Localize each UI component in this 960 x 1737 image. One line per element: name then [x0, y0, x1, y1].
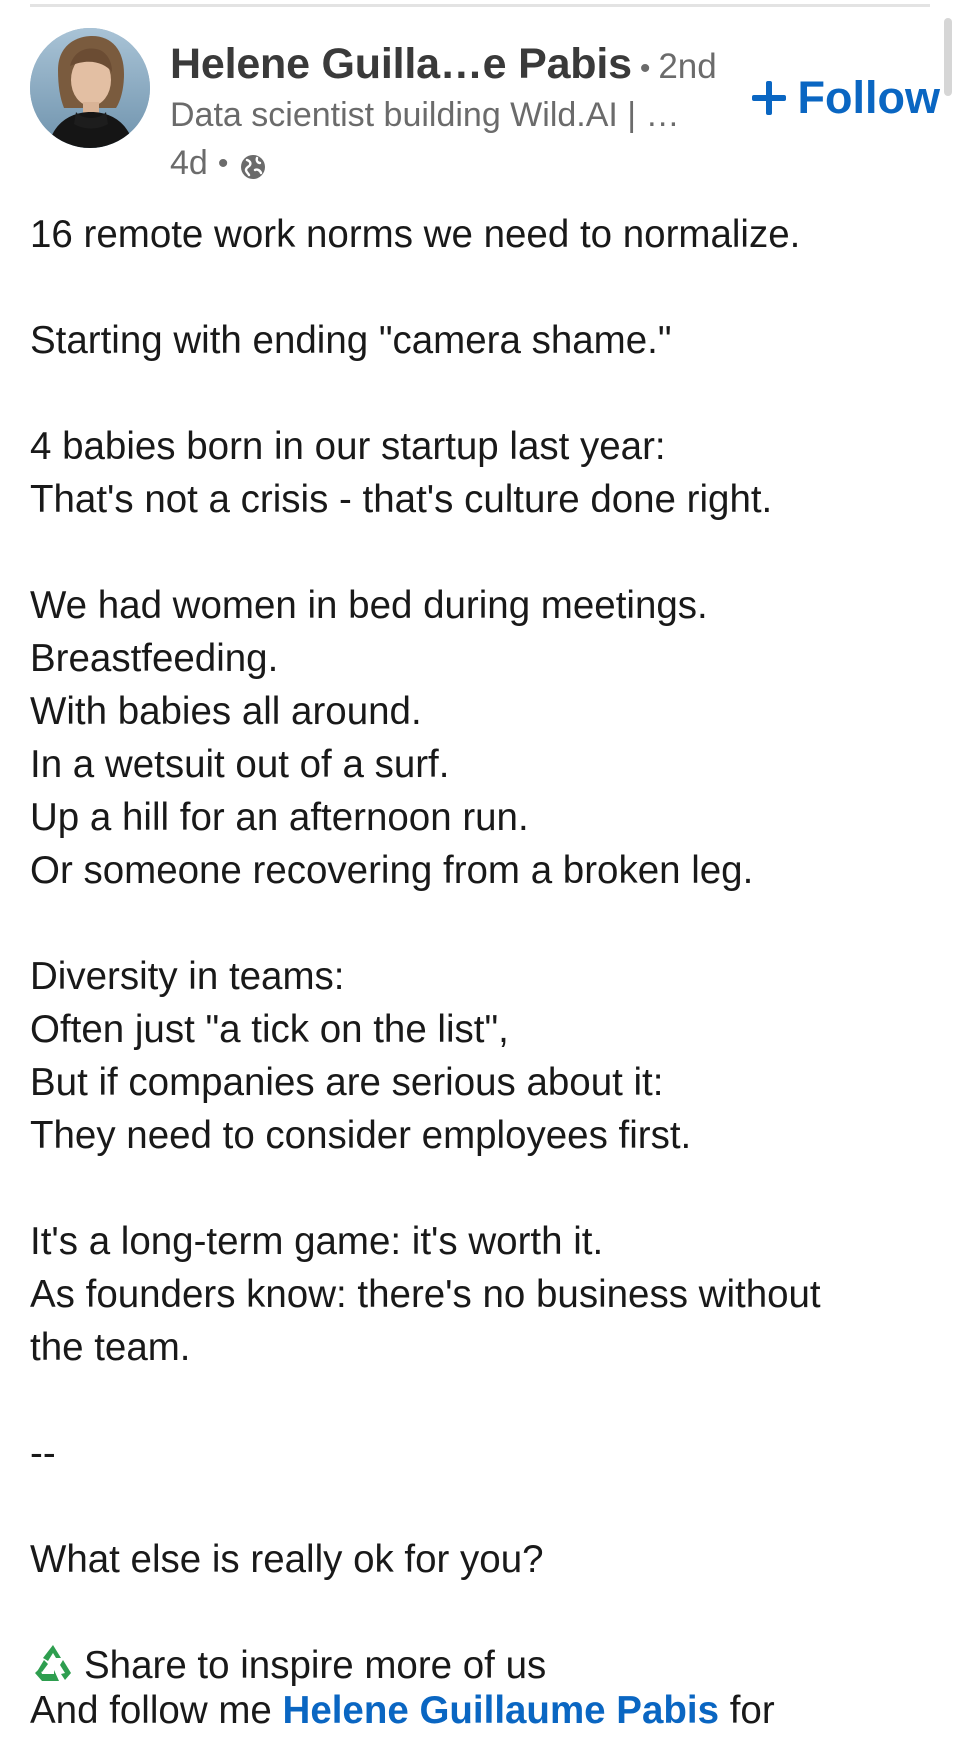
follow-button[interactable]: Follow	[751, 72, 940, 124]
scrollbar[interactable]	[944, 18, 952, 96]
post-line	[30, 261, 910, 314]
post-line: With babies all around.	[30, 690, 422, 733]
author-mention-link[interactable]: Helene Guillaume Pabis	[283, 1689, 720, 1732]
post-line: That's not a crisis - that's culture don…	[30, 478, 773, 521]
author-headline: Data scientist building Wild.AI | …	[170, 96, 680, 134]
post-line: Or someone recovering from a broken leg.	[30, 849, 754, 892]
post-time: 4d	[170, 144, 208, 182]
author-name-row: Helene Guilla…e Pabis • 2nd	[170, 40, 717, 89]
plus-icon	[751, 81, 786, 115]
follow-cta-line: And follow me Helene Guillaume Pabis for	[30, 1684, 775, 1737]
post-line: Starting with ending "camera shame."	[30, 319, 672, 362]
post-line: We had women in bed during meetings.	[30, 584, 708, 627]
connection-degree: 2nd	[658, 47, 717, 86]
post-meta: 4d •	[170, 144, 268, 183]
avatar[interactable]	[30, 28, 150, 148]
separator-dot: •	[639, 52, 651, 85]
follow-cta-prefix: And follow me	[30, 1689, 272, 1732]
post-line: the team.	[30, 1326, 191, 1369]
post-line: But if companies are serious about it:	[30, 1061, 664, 1104]
post-line: 16 remote work norms we need to normaliz…	[30, 213, 801, 256]
post-line	[30, 526, 910, 579]
post-line: Breastfeeding.	[30, 637, 279, 680]
share-text: Share to inspire more of us	[84, 1644, 547, 1687]
post-line: It's a long-term game: it's worth it.	[30, 1220, 604, 1263]
top-divider	[30, 4, 930, 7]
post-line: They need to consider employees first.	[30, 1114, 692, 1157]
post-line: Diversity in teams:	[30, 955, 345, 998]
post-line: --	[30, 1432, 56, 1475]
post-line	[30, 1480, 910, 1533]
post-line	[30, 367, 910, 420]
post-line: Often just "a tick on the list",	[30, 1008, 509, 1051]
post-line: 4 babies born in our startup last year:	[30, 425, 666, 468]
recycle-icon	[30, 1640, 76, 1686]
post-line: What else is really ok for you?	[30, 1538, 544, 1581]
post-line	[30, 1586, 910, 1639]
post-line: As founders know: there's no business wi…	[30, 1273, 821, 1316]
post-line	[30, 1374, 910, 1427]
post-line: Up a hill for an afternoon run.	[30, 796, 529, 839]
follow-cta-suffix: for	[719, 1689, 775, 1732]
post-line	[30, 897, 910, 950]
author-name[interactable]: Helene Guilla…e Pabis	[170, 40, 632, 89]
post-body: 16 remote work norms we need to normaliz…	[30, 208, 910, 1692]
separator-dot: •	[217, 146, 229, 180]
globe-icon	[238, 152, 268, 182]
post-header: Helene Guilla…e Pabis • 2nd Data scienti…	[30, 28, 940, 188]
post-line	[30, 1162, 910, 1215]
follow-label: Follow	[797, 72, 940, 123]
post-line: In a wetsuit out of a surf.	[30, 743, 450, 786]
